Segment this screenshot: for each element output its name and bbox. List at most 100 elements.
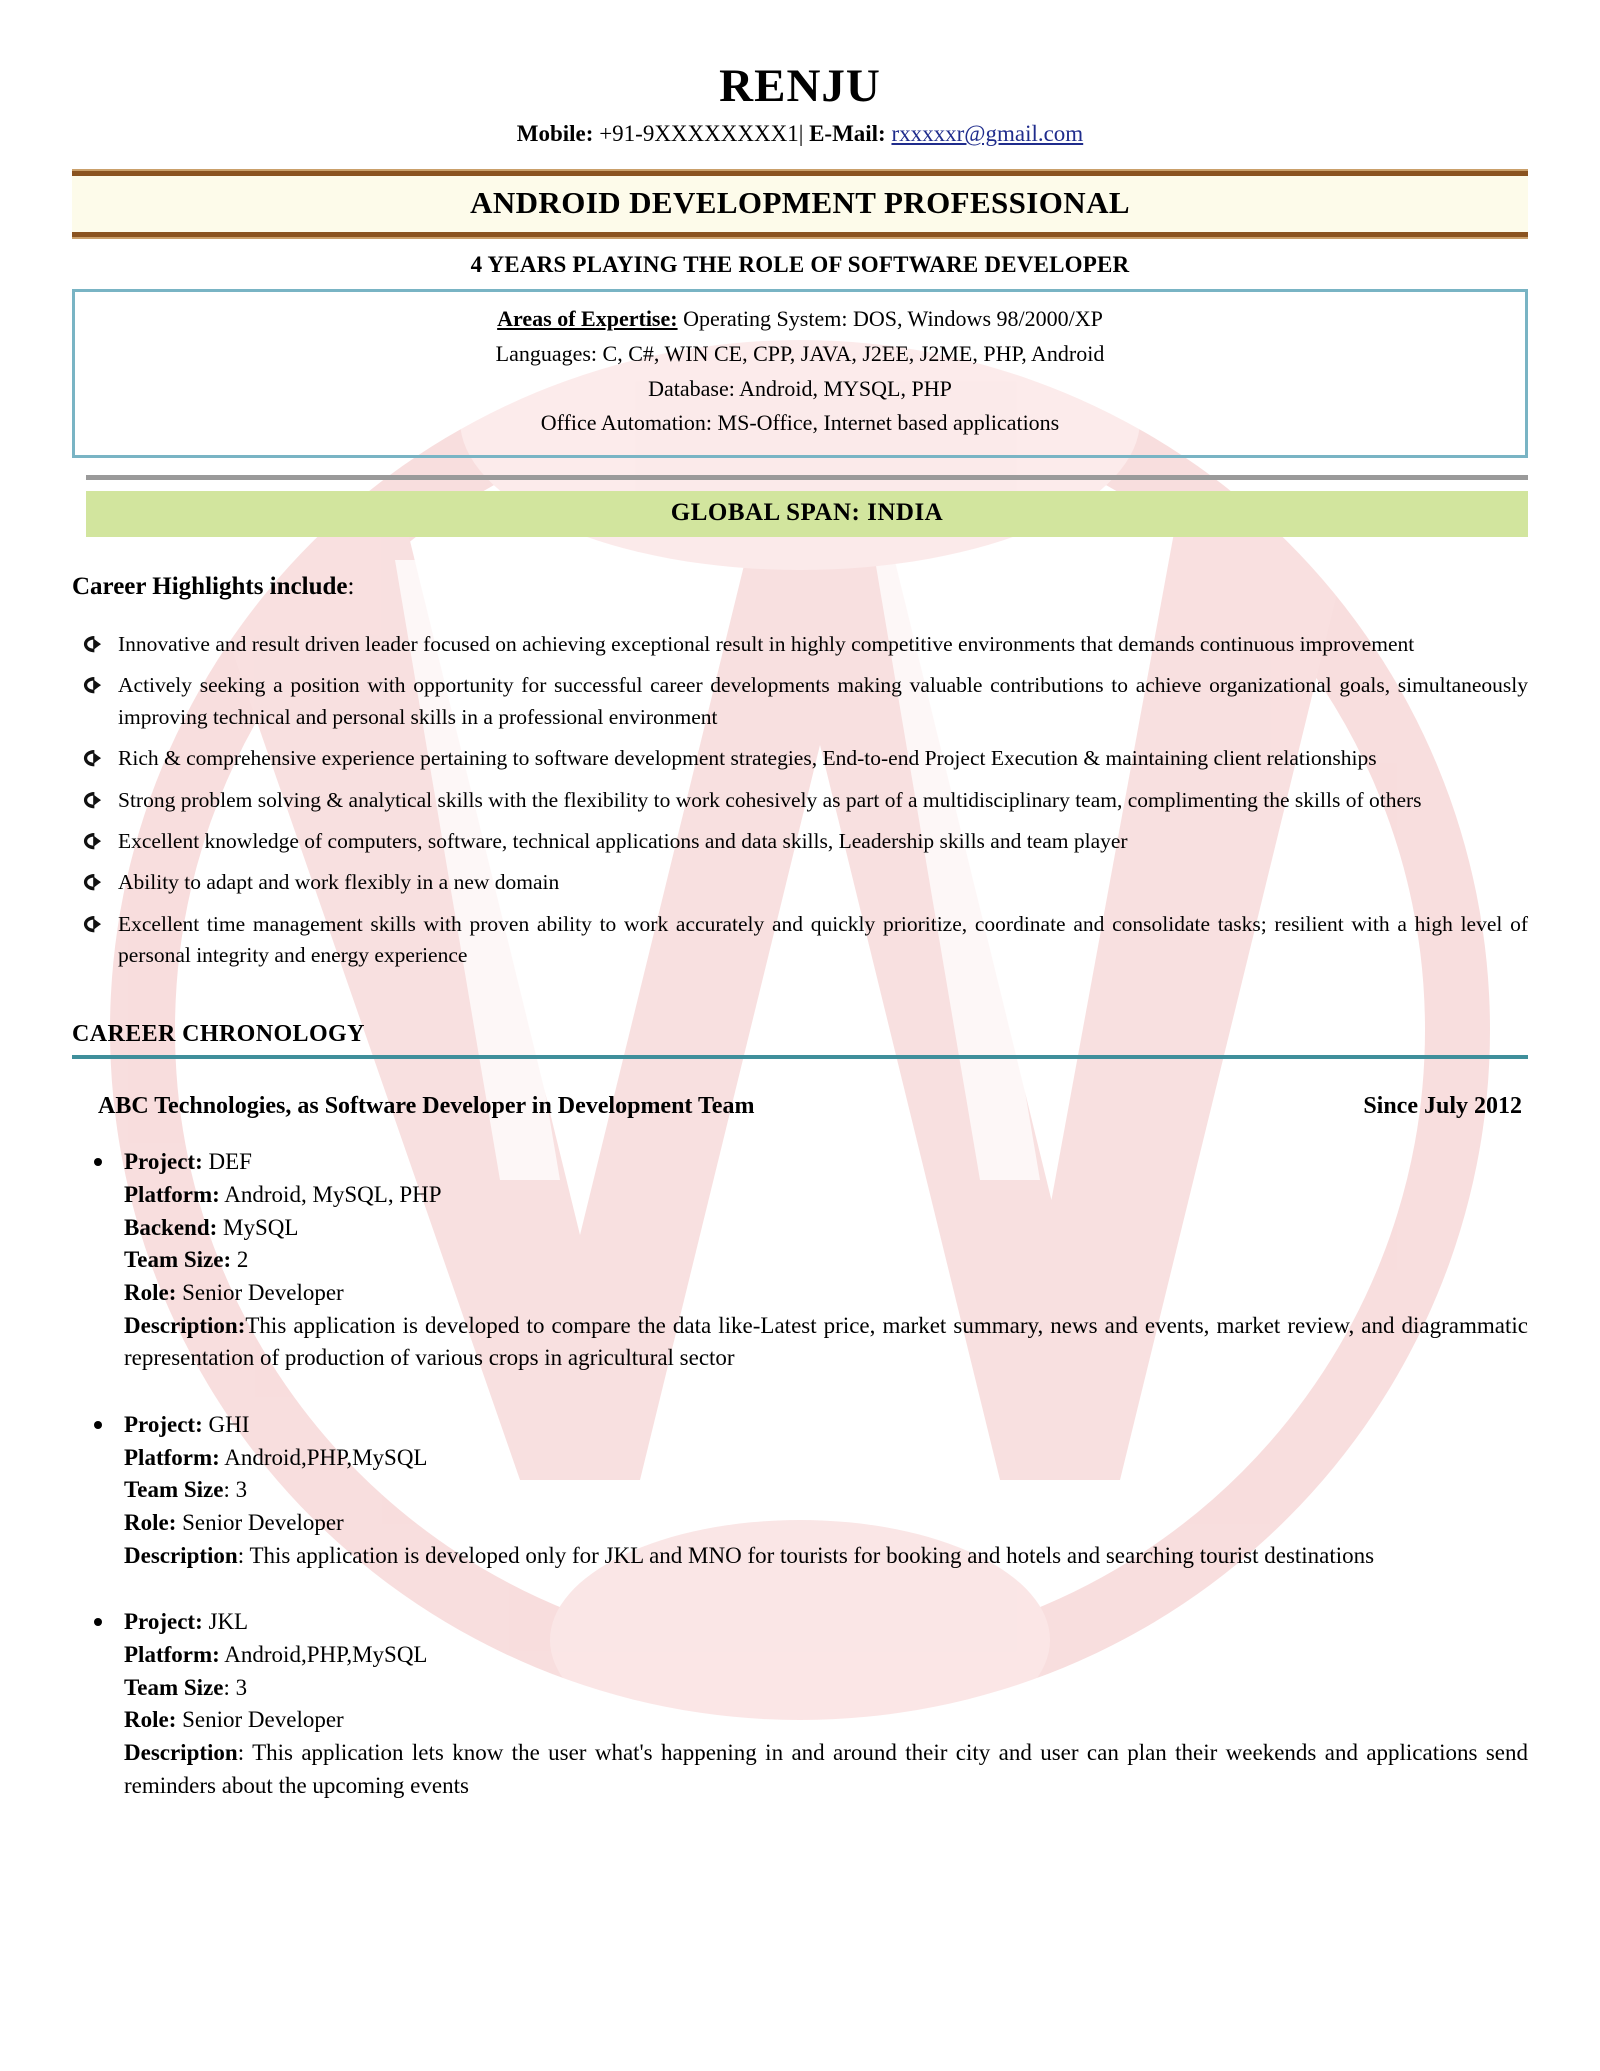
project-team-size-line: Team Size: 2 — [124, 1244, 1528, 1277]
team-size-label: Team Size — [124, 1477, 224, 1503]
project-description-line: Description:This application is develope… — [124, 1310, 1528, 1375]
page-title: RENJU — [719, 60, 881, 112]
arrow-bullet-icon — [83, 832, 102, 850]
dot-bullet-icon — [94, 1421, 102, 1430]
expertise-line-database: Database: Android, MYSQL, PHP — [648, 375, 952, 401]
description-label: Description — [124, 1739, 238, 1765]
project-label: Project: — [124, 1149, 203, 1175]
platform-label: Platform: — [124, 1642, 220, 1667]
employer-name: ABC Technologies, as Software Developer … — [98, 1093, 755, 1120]
list-item: Actively seeking a position with opportu… — [72, 670, 1528, 733]
dot-bullet-icon — [94, 1158, 102, 1167]
project-value: JKL — [208, 1609, 249, 1635]
project-role-line: Role: Senior Developer — [124, 1704, 1528, 1737]
banner-rule-top — [72, 169, 1528, 177]
project-label: Project: — [124, 1412, 203, 1438]
description-label: Description: — [124, 1312, 246, 1338]
list-item-text: Rich & comprehensive experience pertaini… — [118, 746, 1377, 771]
arrow-bullet-icon — [83, 677, 102, 694]
list-item: Excellent knowledge of computers, softwa… — [72, 826, 1528, 857]
platform-label: Platform: — [124, 1182, 220, 1208]
team-size-value: : 3 — [223, 1674, 248, 1700]
backend-label: Backend: — [124, 1214, 218, 1240]
team-size-value: : 3 — [223, 1477, 248, 1503]
description-value: : This application lets know the user wh… — [124, 1739, 1528, 1798]
description-value: This application is developed to compare… — [124, 1312, 1528, 1371]
project-platform-line: Platform: Android,PHP,MySQL — [124, 1639, 1528, 1672]
role-value: Senior Developer — [182, 1280, 344, 1306]
platform-value: Android,PHP,MySQL — [224, 1444, 428, 1470]
list-item-text: Excellent knowledge of computers, softwa… — [118, 828, 1128, 853]
project-label: Project: — [124, 1609, 203, 1635]
role-label: Role: — [124, 1510, 177, 1536]
arrow-bullet-icon — [83, 791, 102, 808]
list-item: Excellent time management skills with pr… — [72, 909, 1528, 972]
banner-title: ANDROID DEVELOPMENT PROFESSIONAL — [470, 185, 1130, 221]
project-team-size-line: Team Size: 3 — [124, 1672, 1528, 1705]
dot-bullet-icon — [94, 1618, 102, 1627]
resume-content: RENJU Mobile: +91-9XXXXXXXX1| E-Mail: rx… — [0, 0, 1600, 1802]
team-size-value: 2 — [236, 1247, 249, 1273]
headline-banner: ANDROID DEVELOPMENT PROFESSIONAL — [72, 169, 1528, 240]
expertise-line-1: Areas of Expertise: Operating System: DO… — [93, 302, 1507, 337]
divider-gray — [86, 475, 1528, 481]
banner-subtitle: 4 YEARS PLAYING THE ROLE OF SOFTWARE DEV… — [470, 252, 1130, 278]
role-value: Senior Developer — [182, 1707, 344, 1733]
global-span-text: GLOBAL SPAN: INDIA — [670, 499, 944, 527]
project-name-line: Project: JKL — [124, 1606, 1528, 1639]
platform-value: Android, MySQL, PHP — [224, 1182, 442, 1208]
list-item-text: Innovative and result driven leader focu… — [118, 632, 1415, 657]
resume-page: RENJU Mobile: +91-9XXXXXXXX1| E-Mail: rx… — [0, 0, 1600, 2071]
list-item-text: Strong problem solving & analytical skil… — [118, 787, 1422, 812]
projects-list: Project: DEF Platform: Android, MySQL, P… — [72, 1146, 1528, 1802]
arrow-bullet-icon — [83, 874, 102, 891]
career-highlights-heading-colon: : — [347, 573, 355, 601]
divider-teal — [72, 1055, 1528, 1060]
list-item: Innovative and result driven leader focu… — [72, 629, 1528, 660]
project-platform-line: Platform: Android,PHP,MySQL — [124, 1442, 1528, 1475]
arrow-bullet-icon — [83, 915, 102, 933]
banner-rule-bottom — [72, 232, 1528, 240]
contact-separator: | — [798, 121, 804, 147]
project-role-line: Role: Senior Developer — [124, 1507, 1528, 1540]
platform-label: Platform: — [124, 1444, 220, 1470]
project-name-line: Project: DEF — [124, 1146, 1528, 1179]
mobile-label: Mobile: — [516, 121, 594, 147]
role-label: Role: — [124, 1280, 177, 1306]
expertise-line-languages: Languages: C, C#, WIN CE, CPP, JAVA, J2E… — [495, 340, 1105, 366]
list-item: Strong problem solving & analytical skil… — [72, 785, 1528, 816]
global-span-band: GLOBAL SPAN: INDIA — [86, 491, 1528, 538]
employer-duration: Since July 2012 — [1363, 1093, 1522, 1120]
banner-body: ANDROID DEVELOPMENT PROFESSIONAL — [72, 176, 1528, 233]
arrow-bullet-icon — [83, 750, 102, 767]
list-item: Ability to adapt and work flexibly in a … — [72, 867, 1528, 898]
contact-line: Mobile: +91-9XXXXXXXX1| E-Mail: rxxxxxr@… — [72, 120, 1528, 149]
list-item: Project: JKL Platform: Android,PHP,MySQL… — [72, 1606, 1528, 1802]
list-item-text: Actively seeking a position with opportu… — [118, 673, 1528, 729]
team-size-label: Team Size — [124, 1674, 224, 1700]
career-highlights-heading: Career Highlights include: — [72, 573, 1528, 601]
mobile-value: +91-9XXXXXXXX1 — [599, 121, 799, 147]
description-value: : This application is developed only for… — [237, 1542, 1375, 1568]
backend-value: MySQL — [223, 1214, 299, 1240]
platform-value: Android,PHP,MySQL — [224, 1642, 428, 1667]
project-team-size-line: Team Size: 3 — [124, 1474, 1528, 1507]
expertise-os-value: Operating System: DOS, Windows 98/2000/X… — [683, 306, 1103, 332]
career-chronology-heading: CAREER CHRONOLOGY — [72, 1021, 365, 1048]
project-backend-line: Backend: MySQL — [124, 1212, 1528, 1245]
project-value: DEF — [208, 1149, 252, 1175]
employer-row: ABC Technologies, as Software Developer … — [72, 1093, 1528, 1120]
list-item-text: Ability to adapt and work flexibly in a … — [118, 870, 560, 895]
list-item-text: Excellent time management skills with pr… — [118, 911, 1528, 968]
team-size-label: Team Size: — [124, 1247, 232, 1273]
career-highlights-heading-bold: Career Highlights include — [72, 573, 348, 601]
list-item: Project: GHI Platform: Android,PHP,MySQL… — [72, 1409, 1528, 1572]
role-label: Role: — [124, 1707, 177, 1733]
areas-of-expertise-box: Areas of Expertise: Operating System: DO… — [72, 289, 1528, 459]
arrow-bullet-icon — [83, 636, 102, 653]
list-item: Rich & comprehensive experience pertaini… — [72, 743, 1528, 774]
email-link[interactable]: rxxxxxr@gmail.com — [891, 121, 1083, 146]
project-value: GHI — [208, 1412, 250, 1438]
project-name-line: Project: GHI — [124, 1409, 1528, 1442]
expertise-line-office-automation: Office Automation: MS-Office, Internet b… — [540, 410, 1060, 436]
